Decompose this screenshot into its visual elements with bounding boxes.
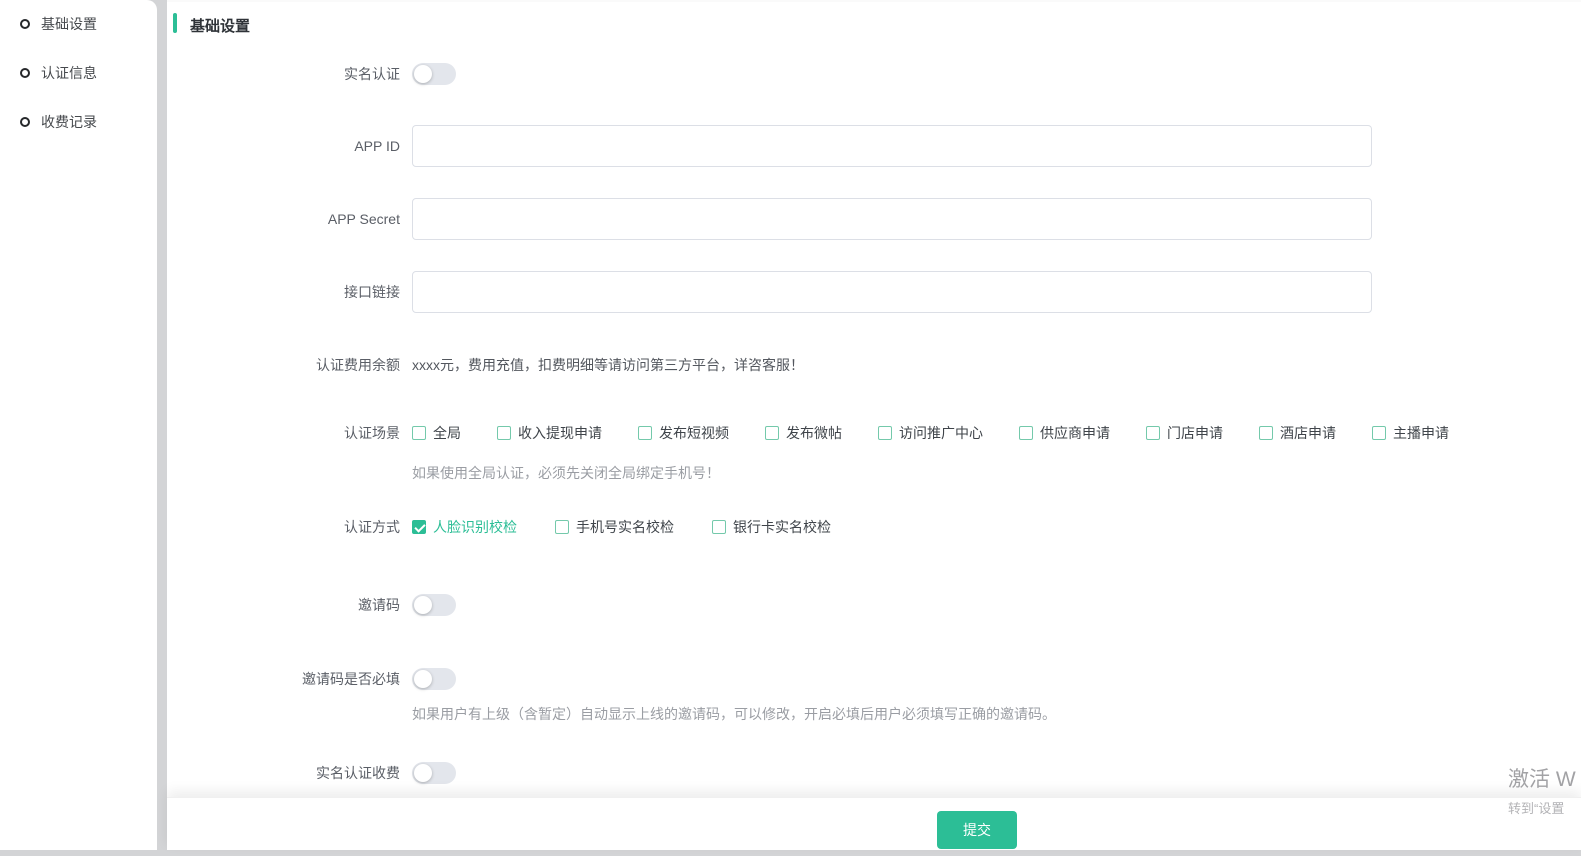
checkbox-method-face[interactable]: 人脸识别校检 (412, 517, 517, 537)
row-realname-auth: 实名认证 (167, 63, 1581, 85)
checkbox-icon (1146, 426, 1160, 440)
checkbox-scene-short-video[interactable]: 发布短视频 (638, 423, 729, 443)
checkbox-icon (1372, 426, 1386, 440)
sidebar-item-basic-settings[interactable]: 基础设置 (0, 12, 157, 36)
checkbox-icon (412, 426, 426, 440)
footer-bar: 提交 (167, 797, 1581, 850)
row-app-secret: APP Secret (167, 198, 1581, 240)
radio-circle-icon (20, 19, 30, 29)
scenes-helper-text: 如果使用全局认证，必须先关闭全局绑定手机号！ (412, 463, 720, 483)
radio-circle-icon (20, 68, 30, 78)
checkbox-checked-icon (412, 520, 426, 534)
checkbox-scene-promo-center[interactable]: 访问推广中心 (878, 423, 983, 443)
main-panel: 基础设置 实名认证 APP ID APP Secret 接口链接 认证费用余额 … (167, 0, 1581, 850)
checkbox-method-bankcard[interactable]: 银行卡实名校检 (712, 517, 831, 537)
field-label: 接口链接 (167, 282, 400, 302)
app-secret-input[interactable] (412, 198, 1372, 240)
checkbox-icon (1259, 426, 1273, 440)
checkbox-icon (638, 426, 652, 440)
checkbox-icon (765, 426, 779, 440)
api-link-input[interactable] (412, 271, 1372, 313)
invite-required-toggle[interactable] (412, 668, 456, 690)
page-title: 基础设置 (190, 15, 250, 36)
checkbox-scene-supplier[interactable]: 供应商申请 (1019, 423, 1110, 443)
checkbox-icon (878, 426, 892, 440)
balance-text: xxxx元，费用充值，扣费明细等请访问第三方平台，详咨客服！ (412, 355, 804, 375)
field-label: 实名认证 (167, 64, 400, 84)
checkbox-scene-store[interactable]: 门店申请 (1146, 423, 1223, 443)
field-label: 邀请码是否必填 (167, 669, 400, 689)
field-label: 邀请码 (167, 595, 400, 615)
checkbox-icon (712, 520, 726, 534)
row-auth-methods: 认证方式 人脸识别校检 手机号实名校检 银行卡实名校检 (167, 517, 1581, 537)
app-id-input[interactable] (412, 125, 1372, 167)
checkbox-icon (555, 520, 569, 534)
checkbox-scene-withdraw[interactable]: 收入提现申请 (497, 423, 602, 443)
section-accent-bar (173, 13, 177, 33)
checkbox-icon (497, 426, 511, 440)
checkbox-scene-anchor[interactable]: 主播申请 (1372, 423, 1449, 443)
field-label: 认证场景 (167, 423, 400, 443)
row-app-id: APP ID (167, 125, 1581, 167)
sidebar-item-label: 收费记录 (41, 112, 97, 132)
invite-code-toggle[interactable] (412, 594, 456, 616)
field-label: 认证方式 (167, 517, 400, 537)
row-auth-fee-balance: 认证费用余额 xxxx元，费用充值，扣费明细等请访问第三方平台，详咨客服！ (167, 355, 1581, 375)
sidebar: 基础设置 认证信息 收费记录 (0, 0, 157, 850)
field-label: 实名认证收费 (167, 763, 400, 783)
field-label: APP ID (167, 138, 400, 154)
row-invite-required: 邀请码是否必填 (167, 668, 1581, 690)
checkbox-scene-global[interactable]: 全局 (412, 423, 461, 443)
sidebar-item-label: 基础设置 (41, 14, 97, 34)
field-label: 认证费用余额 (167, 355, 400, 375)
checkbox-icon (1019, 426, 1033, 440)
realname-auth-toggle[interactable] (412, 63, 456, 85)
row-realname-fee: 实名认证收费 (167, 762, 1581, 784)
radio-circle-icon (20, 117, 30, 127)
checkbox-scene-micro-post[interactable]: 发布微帖 (765, 423, 842, 443)
checkbox-method-phone[interactable]: 手机号实名校检 (555, 517, 674, 537)
field-label: APP Secret (167, 211, 400, 227)
row-auth-scenes: 认证场景 全局 收入提现申请 发布短视频 发布微帖 访问推广中心 供应商申请 (167, 423, 1581, 443)
row-api-link: 接口链接 (167, 271, 1581, 313)
row-invite-code: 邀请码 (167, 594, 1581, 616)
checkbox-scene-hotel[interactable]: 酒店申请 (1259, 423, 1336, 443)
sidebar-item-fee-records[interactable]: 收费记录 (0, 110, 157, 134)
sidebar-item-auth-info[interactable]: 认证信息 (0, 61, 157, 85)
realname-fee-toggle[interactable] (412, 762, 456, 784)
sidebar-item-label: 认证信息 (41, 63, 97, 83)
invite-helper-text: 如果用户有上级（含暂定）自动显示上线的邀请码，可以修改，开启必填后用户必须填写正… (412, 704, 1056, 724)
submit-button[interactable]: 提交 (937, 811, 1017, 849)
